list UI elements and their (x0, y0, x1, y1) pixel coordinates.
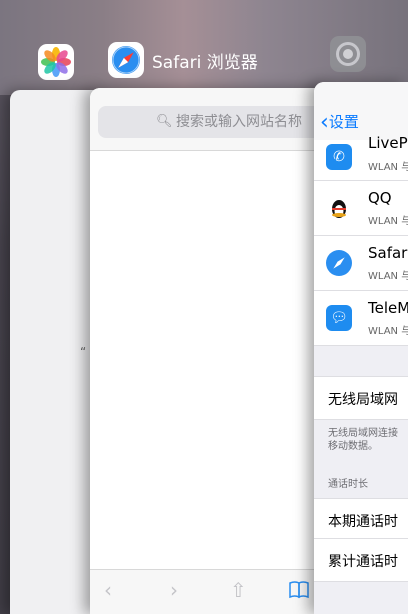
app-subtitle: WLAN 与 (368, 271, 408, 282)
back-label: 设置 (328, 113, 359, 131)
forward-button[interactable]: › (170, 578, 178, 602)
chevron-left-icon: ‹ (320, 110, 329, 135)
search-icon: 🔍︎ (156, 114, 173, 129)
penguin-icon (326, 195, 352, 221)
app-list: ✆ LiveP WLAN 与 QQ WLAN 与 Safari WLAN 与 💬… (314, 134, 408, 346)
share-button[interactable]: ⇧ (230, 578, 247, 602)
safari-compass-icon[interactable] (108, 42, 144, 78)
app-subtitle: WLAN 与 (368, 326, 408, 337)
settings-nav-bar: ‹设置 (314, 82, 408, 141)
phone-icon: ✆ (326, 144, 352, 170)
list-item[interactable]: ✆ LiveP WLAN 与 (314, 134, 408, 181)
app-name: Safari (368, 244, 408, 262)
search-placeholder: 搜索或输入网站名称 (176, 114, 302, 130)
book-icon (289, 581, 309, 599)
settings-app-card[interactable]: ‹设置 ✆ LiveP WLAN 与 QQ WLAN 与 Safari WLAN… (314, 82, 408, 614)
safari-app-card[interactable]: 🔍︎ 搜索或输入网站名称 ‹ › ⇧ (90, 88, 330, 614)
safari-toolbar: ‹ › ⇧ (90, 569, 330, 614)
back-button[interactable]: ‹ (104, 578, 112, 602)
this-period-label: 本期通话时 (328, 514, 398, 530)
wlan-note-line: 移动数据。 (328, 441, 378, 452)
safari-compass-icon (326, 250, 352, 276)
safari-search-field[interactable]: 🔍︎ 搜索或输入网站名称 (98, 106, 330, 138)
settings-back-button[interactable]: ‹设置 (320, 108, 359, 135)
this-period-row[interactable]: 本期通话时 (314, 498, 408, 542)
app-name: QQ (368, 189, 392, 207)
wlan-note-line: 无线局域网连接 (328, 428, 398, 439)
wlan-label: 无线局域网 (328, 392, 398, 408)
app-name: TeleM (368, 299, 408, 317)
gear-icon[interactable] (330, 36, 366, 72)
list-item[interactable]: Safari WLAN 与 (314, 236, 408, 291)
app-subtitle: WLAN 与 (368, 216, 408, 227)
photos-text-fragment: “ (80, 345, 87, 359)
photos-icon[interactable] (38, 44, 74, 80)
app-name: LiveP (368, 134, 408, 152)
safari-app-title[interactable]: Safari 浏览器 (152, 48, 258, 73)
safari-address-bar: 🔍︎ 搜索或输入网站名称 (90, 88, 330, 151)
call-duration-header: 通话时长 (328, 479, 368, 490)
wlan-note: 无线局域网连接 移动数据。 (328, 427, 408, 453)
photos-app-card[interactable]: “ (10, 90, 100, 614)
total-label: 累计通话时 (328, 554, 398, 570)
total-row[interactable]: 累计通话时 (314, 538, 408, 582)
app-subtitle: WLAN 与 (368, 162, 408, 173)
bookmarks-button[interactable] (288, 578, 310, 605)
telem-chat-icon: 💬︎ (326, 305, 352, 331)
wlan-row[interactable]: 无线局域网 (314, 376, 408, 420)
list-item[interactable]: QQ WLAN 与 (314, 181, 408, 236)
list-item[interactable]: 💬︎ TeleM WLAN 与 (314, 291, 408, 346)
